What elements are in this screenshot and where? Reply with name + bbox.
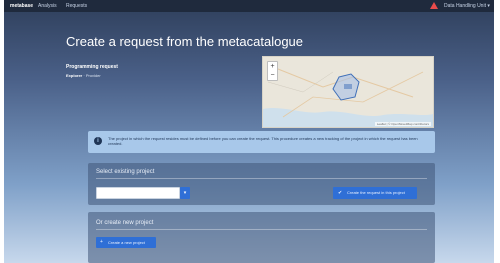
existing-project-panel: Select existing project ▾ ✔ Create the r… xyxy=(88,163,435,205)
nav-link-analysis[interactable]: Analysis xyxy=(38,3,57,9)
zoom-in-button[interactable]: + xyxy=(268,62,277,71)
page-title: Create a request from the metacatalogue xyxy=(66,34,304,49)
brand-logo[interactable]: metabase xyxy=(10,3,33,9)
page: metabase Analysis Requests Data Handling… xyxy=(4,0,494,263)
new-project-panel: Or create new project + Create a new pro… xyxy=(88,212,435,263)
request-meta: Explorer · Provider xyxy=(66,73,101,78)
new-project-heading: Or create new project xyxy=(96,220,154,226)
zoom-control: + − xyxy=(267,61,278,81)
zoom-out-button[interactable]: − xyxy=(268,71,277,80)
create-in-project-label: Create the request in this project xyxy=(347,190,405,195)
create-in-project-button[interactable]: ✔ Create the request in this project xyxy=(333,187,417,199)
nav-link-requests[interactable]: Requests xyxy=(66,3,87,9)
check-icon: ✔ xyxy=(338,190,343,196)
request-name: Programming request xyxy=(66,64,118,70)
map-attribution[interactable]: Leaflet | © OpenStreetMap contributors xyxy=(374,122,431,126)
map-tiles xyxy=(263,57,433,127)
create-new-project-button[interactable]: + Create a new project xyxy=(96,237,156,248)
info-alert: i The project in which the request resid… xyxy=(88,131,435,153)
create-new-project-label: Create a new project xyxy=(108,240,145,245)
top-navbar: metabase Analysis Requests Data Handling… xyxy=(4,0,494,12)
plus-icon: + xyxy=(100,239,103,245)
divider xyxy=(96,178,427,179)
alert-text: The project in which the request resides… xyxy=(108,136,418,146)
warning-icon[interactable] xyxy=(430,2,438,9)
project-select[interactable] xyxy=(96,187,180,199)
region-marker xyxy=(344,84,352,89)
divider xyxy=(96,229,427,230)
chevron-down-icon[interactable]: ▾ xyxy=(180,187,190,199)
info-icon: i xyxy=(94,137,102,145)
user-menu[interactable]: Data Handling Unit ▾ xyxy=(444,3,490,9)
request-meta-label: Explorer xyxy=(66,73,83,78)
request-meta-value: Provider xyxy=(85,73,101,78)
location-map[interactable]: + − Leaflet | © OpenStreetMap contributo… xyxy=(262,56,434,128)
warning-icon-svg xyxy=(430,2,438,9)
existing-project-heading: Select existing project xyxy=(96,169,155,175)
